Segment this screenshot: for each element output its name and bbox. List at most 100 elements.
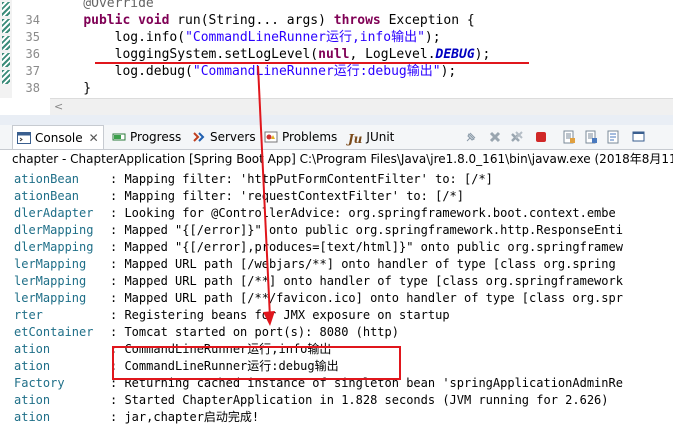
line-number: 35 bbox=[25, 30, 40, 44]
line-number: 38 bbox=[25, 81, 40, 95]
console-line: lerMapping : Mapped URL path [/webjars/**… bbox=[0, 256, 673, 273]
log-message: : Mapped URL path [/**] onto handler of … bbox=[110, 274, 623, 288]
tab-console[interactable]: Console ✕ bbox=[12, 125, 104, 149]
code-token: "CommandLineRunner运行:debug输出" bbox=[192, 64, 441, 79]
change-marker-icon bbox=[2, 19, 10, 33]
code-line[interactable]: loggingSystem.setLogLevel(null, LogLevel… bbox=[52, 46, 490, 63]
tab-label: JUnit bbox=[366, 130, 395, 144]
scroll-left-icon[interactable]: < bbox=[54, 100, 63, 113]
tab-servers[interactable]: Servers bbox=[192, 125, 256, 149]
console-line: ation: Started ChapterApplication in 1.8… bbox=[0, 392, 673, 409]
code-token: "CommandLineRunner运行,info输出" bbox=[185, 30, 425, 45]
logger-name: dlerMapping bbox=[14, 223, 94, 237]
log-message: : Looking for @ControllerAdvice: org.spr… bbox=[110, 206, 616, 220]
logger-name: etContainer bbox=[14, 325, 94, 339]
tab-label: Progress bbox=[130, 130, 182, 144]
log-message: : Mapped URL path [/webjars/**] onto han… bbox=[110, 257, 616, 271]
console-line: dlerMapping : Mapped "{[/error],produces=… bbox=[0, 239, 673, 256]
code-token: throws bbox=[333, 13, 381, 28]
code-token: ); bbox=[440, 64, 457, 79]
remove-all-icon[interactable] bbox=[510, 130, 524, 144]
console-line: rter : Registering beans for JMX exposure… bbox=[0, 307, 673, 324]
code-line[interactable]: log.debug("CommandLineRunner运行:debug输出")… bbox=[52, 63, 457, 80]
code-line[interactable]: @Override bbox=[52, 0, 154, 12]
log-message: : jar,chapter启动完成! bbox=[110, 410, 260, 424]
tab-label: Problems bbox=[282, 130, 338, 144]
annotation-highlight-box bbox=[112, 346, 401, 380]
clear-console-icon[interactable] bbox=[562, 130, 576, 144]
console-line: dlerMapping : Mapped "{[/error]}" onto pu… bbox=[0, 222, 673, 239]
pin-icon[interactable] bbox=[464, 130, 478, 144]
log-message: : Registering beans for JMX exposure on … bbox=[110, 308, 450, 322]
log-message: : Started ChapterApplication in 1.828 se… bbox=[110, 393, 609, 407]
code-line[interactable]: public void run(String... args) throws E… bbox=[52, 12, 475, 29]
logger-name: ation bbox=[14, 359, 51, 373]
log-message: : Mapped "{[/error],produces=[text/html]… bbox=[110, 240, 623, 254]
code-token: DEBUG bbox=[435, 47, 475, 62]
progress-icon bbox=[112, 133, 126, 141]
logger-name: ationBean bbox=[14, 189, 80, 203]
code-line[interactable]: log.info("CommandLineRunner运行,info输出"); bbox=[52, 29, 441, 46]
console-icon bbox=[17, 132, 31, 144]
editor-horizontal-scrollbar[interactable]: < bbox=[50, 98, 673, 115]
log-message: : Tomcat started on port(s): 8080 (http) bbox=[110, 325, 399, 339]
console-line: ation : jar,chapter启动完成! bbox=[0, 409, 673, 426]
code-token: run(String... args) bbox=[169, 13, 334, 28]
console-line: dlerAdapter : Looking for @ControllerAdvi… bbox=[0, 205, 673, 222]
logger-name: lerMapping bbox=[14, 257, 87, 271]
code-token: log.info( bbox=[52, 30, 186, 45]
code-line[interactable]: } bbox=[52, 80, 91, 97]
log-message: : Mapping filter: 'httpPutFormContentFil… bbox=[110, 172, 493, 186]
line-number: 37 bbox=[25, 64, 40, 78]
tab-progress[interactable]: Progress bbox=[112, 125, 181, 149]
logger-name: lerMapping bbox=[14, 291, 87, 305]
logger-name: dlerAdapter bbox=[14, 206, 94, 220]
code-token: Exception { bbox=[380, 13, 475, 28]
tab-problems[interactable]: Problems bbox=[264, 125, 337, 149]
console-output[interactable]: ationBean : Mapping filter: 'httpPutFormC… bbox=[0, 168, 673, 437]
log-message: : Mapping filter: 'requestContextFilter'… bbox=[110, 189, 465, 203]
editor-gutter bbox=[0, 0, 12, 98]
code-token: ); bbox=[474, 47, 491, 62]
panel-separator bbox=[0, 115, 673, 125]
console-line: ationBean : Mapping filter: 'requestConte… bbox=[0, 188, 673, 205]
word-wrap-icon[interactable] bbox=[606, 130, 620, 144]
line-number: 36 bbox=[25, 47, 40, 61]
console-line: lerMapping : Mapped URL path [/**] onto h… bbox=[0, 273, 673, 290]
remove-launch-icon[interactable] bbox=[488, 130, 502, 144]
scroll-lock-icon[interactable] bbox=[584, 130, 598, 144]
code-token: null bbox=[318, 47, 350, 62]
line-number: 34 bbox=[25, 13, 40, 27]
log-message: : Mapped URL path [/**/favicon.ico] onto… bbox=[110, 291, 623, 305]
logger-name: ationBean bbox=[14, 172, 80, 186]
change-marker-icon bbox=[2, 70, 10, 84]
logger-name: rter bbox=[14, 308, 43, 322]
code-token: .setLogLevel( bbox=[216, 47, 319, 62]
code-token: ); bbox=[424, 30, 441, 45]
change-marker-icon bbox=[2, 36, 10, 50]
junit-icon: Ju bbox=[348, 132, 363, 146]
logger-name: lerMapping bbox=[14, 274, 87, 288]
console-line: etContainer : Tomcat started on port(s): … bbox=[0, 324, 673, 341]
servers-icon bbox=[193, 132, 205, 142]
logger-name: dlerMapping bbox=[14, 240, 94, 254]
close-icon[interactable]: ✕ bbox=[89, 131, 99, 145]
code-editor[interactable]: 34 35 36 37 38 @Override public void run(Str… bbox=[0, 0, 673, 98]
code-token: @Override bbox=[52, 0, 154, 11]
tab-junit[interactable]: Ju JUnit bbox=[348, 125, 394, 149]
problems-icon bbox=[264, 131, 278, 143]
logger-name: ation bbox=[14, 410, 51, 424]
code-token: loggingSystem bbox=[114, 47, 217, 63]
console-launch-status: chapter - ChapterApplication [Spring Boo… bbox=[0, 150, 673, 168]
annotation-underline bbox=[95, 62, 529, 64]
console-line: ationBean : Mapping filter: 'httpPutFormC… bbox=[0, 171, 673, 188]
view-tab-bar: Console ✕ Progress Servers Problems Ju JUn… bbox=[0, 125, 673, 150]
change-marker-icon bbox=[2, 53, 10, 67]
change-marker-icon bbox=[2, 2, 10, 16]
code-token: log.debug( bbox=[52, 64, 193, 79]
terminate-icon[interactable] bbox=[534, 130, 548, 144]
display-console-icon[interactable] bbox=[632, 130, 646, 144]
log-message: : Mapped "{[/error]}" onto public org.sp… bbox=[110, 223, 623, 237]
